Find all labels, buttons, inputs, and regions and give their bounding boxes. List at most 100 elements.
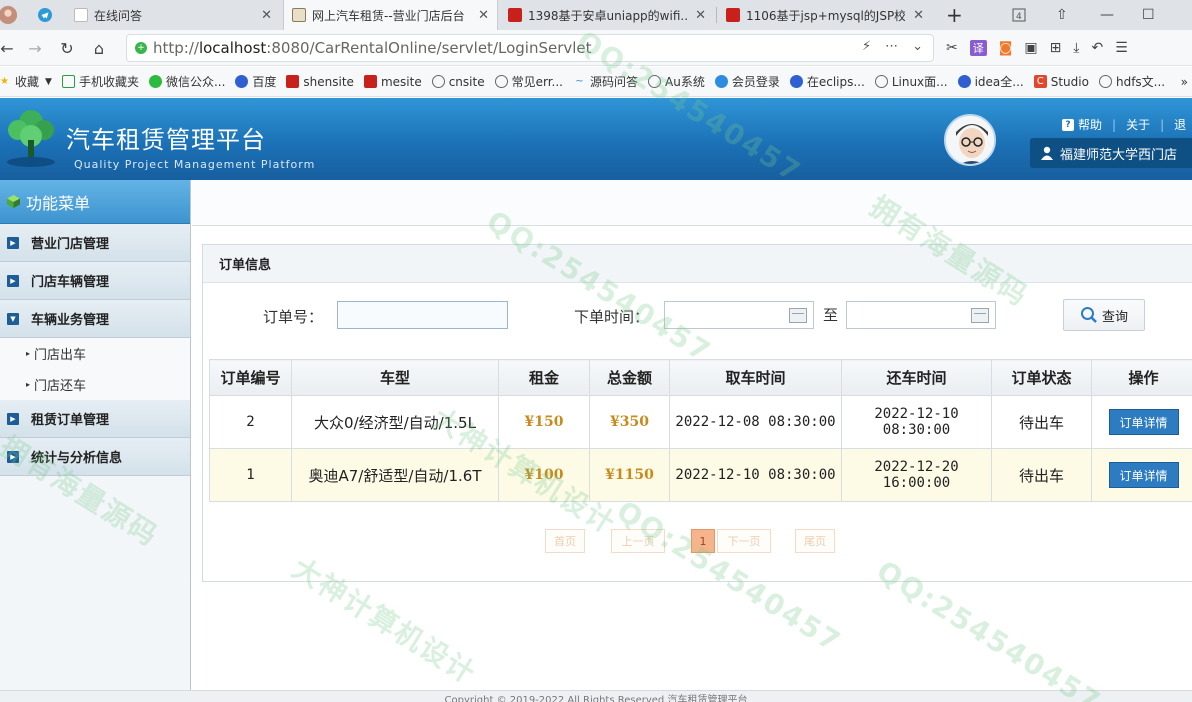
bookmark-item[interactable]: ★ 收藏 ▼ <box>0 73 52 90</box>
tab-title: 1398基于安卓uniapp的wifi... <box>528 8 688 23</box>
profile-avatar[interactable] <box>0 0 26 30</box>
bookmark-item[interactable]: 在eclips... <box>789 73 865 90</box>
apps-icon[interactable]: ⊞ <box>1050 40 1062 56</box>
store-name: 福建师范大学西门店 <box>1060 147 1178 163</box>
table-row: 1 奥迪A7/舒适型/自动/1.6T ¥100 ¥1150 2022-12-10… <box>209 448 1192 502</box>
order-detail-button[interactable]: 订单详情 <box>1108 409 1179 435</box>
bookmark-item[interactable]: 会员登录 <box>714 73 780 90</box>
reader-icon[interactable]: ▣ <box>1024 40 1037 56</box>
bookmark-item[interactable]: 常见err... <box>494 73 563 90</box>
tab-active[interactable]: 网上汽车租赁--营业门店后台 ✕ <box>283 0 498 30</box>
tab-jsp[interactable]: 1106基于jsp+mysql的JSP校... ✕ <box>718 0 932 30</box>
menu-icon[interactable]: ☰ <box>1115 40 1128 56</box>
new-tab-button[interactable]: + <box>938 0 964 30</box>
bullet-icon: ▸ <box>26 349 31 358</box>
translate-icon[interactable]: 译 <box>969 40 987 56</box>
undo-icon[interactable]: ↶ <box>1092 40 1104 56</box>
sidebar-item-statistics[interactable]: ▶ 统计与分析信息 <box>0 438 190 476</box>
bookmark-item[interactable]: 手机收藏夹 <box>61 73 139 90</box>
cell-pickup: 2022-12-10 08:30:00 <box>669 448 842 502</box>
search-button[interactable]: 查询 <box>1063 299 1145 331</box>
sidebar-item-order-management[interactable]: ▶ 租赁订单管理 <box>0 400 190 438</box>
address-bar[interactable]: + http://localhost:8080/CarRentalOnline/… <box>126 34 934 62</box>
col-model: 车型 <box>291 359 499 396</box>
download-icon[interactable]: ⤓ <box>1073 40 1079 56</box>
col-pickup: 取车时间 <box>669 359 842 396</box>
tab-count-icon[interactable]: 4 <box>1012 0 1026 30</box>
cell-rent: ¥150 <box>498 395 590 449</box>
order-time-label: 下单时间： <box>574 308 650 326</box>
maximize-icon[interactable]: ☐ <box>1142 0 1155 30</box>
game-icon[interactable]: ◙ <box>999 40 1013 56</box>
order-table: 订单编号 车型 租金 总金额 取车时间 还车时间 订单状态 操作 2 大众0/经… <box>209 359 1192 502</box>
end-date-input[interactable] <box>846 301 996 329</box>
avatar[interactable] <box>944 114 996 166</box>
order-no-input[interactable] <box>337 301 508 329</box>
tab-title: 在线问答 <box>94 8 143 23</box>
more-bookmarks-icon[interactable]: » <box>1181 75 1188 89</box>
current-page[interactable]: 1 <box>691 529 715 553</box>
home-icon[interactable]: ⌂ <box>86 30 112 66</box>
col-order-id: 订单编号 <box>209 359 292 396</box>
reload-icon[interactable]: ↻ <box>54 30 80 66</box>
close-icon[interactable]: ✕ <box>261 8 272 23</box>
sidebar-subitem-checkout[interactable]: ▸ 门店出车 <box>0 338 190 369</box>
sidebar-item-vehicle-business[interactable]: ▼ 车辆业务管理 <box>0 300 190 338</box>
help-icon: ? <box>1062 118 1074 131</box>
prev-page-button[interactable]: 上一页 <box>611 529 665 553</box>
bookmark-item[interactable]: Au系统 <box>648 73 705 90</box>
tab-separator <box>716 7 717 23</box>
about-link[interactable]: 关于 <box>1126 116 1150 133</box>
tab-qa[interactable]: 在线问答 ✕ <box>66 0 280 30</box>
bookmark-item[interactable]: Linux面... <box>874 73 948 90</box>
order-no-label: 订单号： <box>263 308 324 326</box>
more-icon[interactable]: ⋯ <box>885 39 898 54</box>
start-date-input[interactable] <box>664 301 814 329</box>
page-icon <box>726 8 740 22</box>
page-icon <box>292 8 306 22</box>
minimize-icon[interactable]: — <box>1100 0 1114 30</box>
url-text: http://localhost:8080/CarRentalOnline/se… <box>153 39 592 57</box>
bookmark-item[interactable]: C Studio <box>1033 75 1089 89</box>
calendar-icon[interactable] <box>971 308 989 323</box>
bookmark-item[interactable]: ~ 源码问答 <box>573 73 638 90</box>
sidebar-item-vehicle-management[interactable]: ▶ 门店车辆管理 <box>0 262 190 300</box>
bookmark-item[interactable]: cnsite <box>431 75 485 89</box>
bookmark-item[interactable]: mesite <box>363 75 422 89</box>
close-icon[interactable]: ✕ <box>695 8 706 23</box>
pagination: 首页 上一页 1 下一页 尾页 <box>203 529 1192 553</box>
sidebar-item-store-management[interactable]: ▶ 营业门店管理 <box>0 224 190 262</box>
bookmark-item[interactable]: shensite <box>286 75 354 89</box>
help-link[interactable]: ? 帮助 <box>1062 116 1102 133</box>
baidu-icon <box>235 75 249 88</box>
bookmark-item[interactable]: idea全... <box>957 73 1024 90</box>
bookmark-item[interactable]: 微信公众... <box>148 73 225 90</box>
last-page-button[interactable]: 尾页 <box>795 529 835 553</box>
logout-link[interactable]: 退 <box>1174 116 1186 133</box>
play-icon: ▶ <box>7 274 19 287</box>
telegram-icon[interactable] <box>30 0 60 30</box>
next-page-button[interactable]: 下一页 <box>717 529 771 553</box>
cell-rent: ¥100 <box>498 448 590 502</box>
star-icon: ★ <box>0 76 9 87</box>
pin-icon[interactable]: ⇧ <box>1056 0 1068 30</box>
app-header: 汽车租赁管理平台 Quality Project Management Plat… <box>0 98 1192 180</box>
phone-icon <box>61 75 75 88</box>
bookmark-item[interactable]: hdfs文... <box>1098 73 1165 90</box>
close-icon[interactable]: ✕ <box>913 8 924 23</box>
store-badge: 福建师范大学西门店 <box>1030 138 1192 168</box>
tab-uniapp[interactable]: 1398基于安卓uniapp的wifi... ✕ <box>500 0 714 30</box>
cell-action: 订单详情 <box>1091 395 1192 449</box>
bookmark-item[interactable]: 百度 <box>235 73 276 90</box>
chevron-down-icon[interactable]: ⌄ <box>912 39 923 54</box>
first-page-button[interactable]: 首页 <box>545 529 585 553</box>
order-detail-button[interactable]: 订单详情 <box>1108 462 1179 488</box>
close-icon[interactable]: ✕ <box>478 8 489 23</box>
cut-icon[interactable]: ✂ <box>946 40 958 56</box>
back-icon[interactable]: ← <box>0 30 20 66</box>
forward-icon[interactable]: → <box>22 30 48 66</box>
lightning-icon[interactable]: ⚡ <box>862 39 871 54</box>
cell-order-id: 1 <box>209 448 292 502</box>
calendar-icon[interactable] <box>789 308 807 323</box>
sidebar-subitem-return[interactable]: ▸ 门店还车 <box>0 369 190 400</box>
